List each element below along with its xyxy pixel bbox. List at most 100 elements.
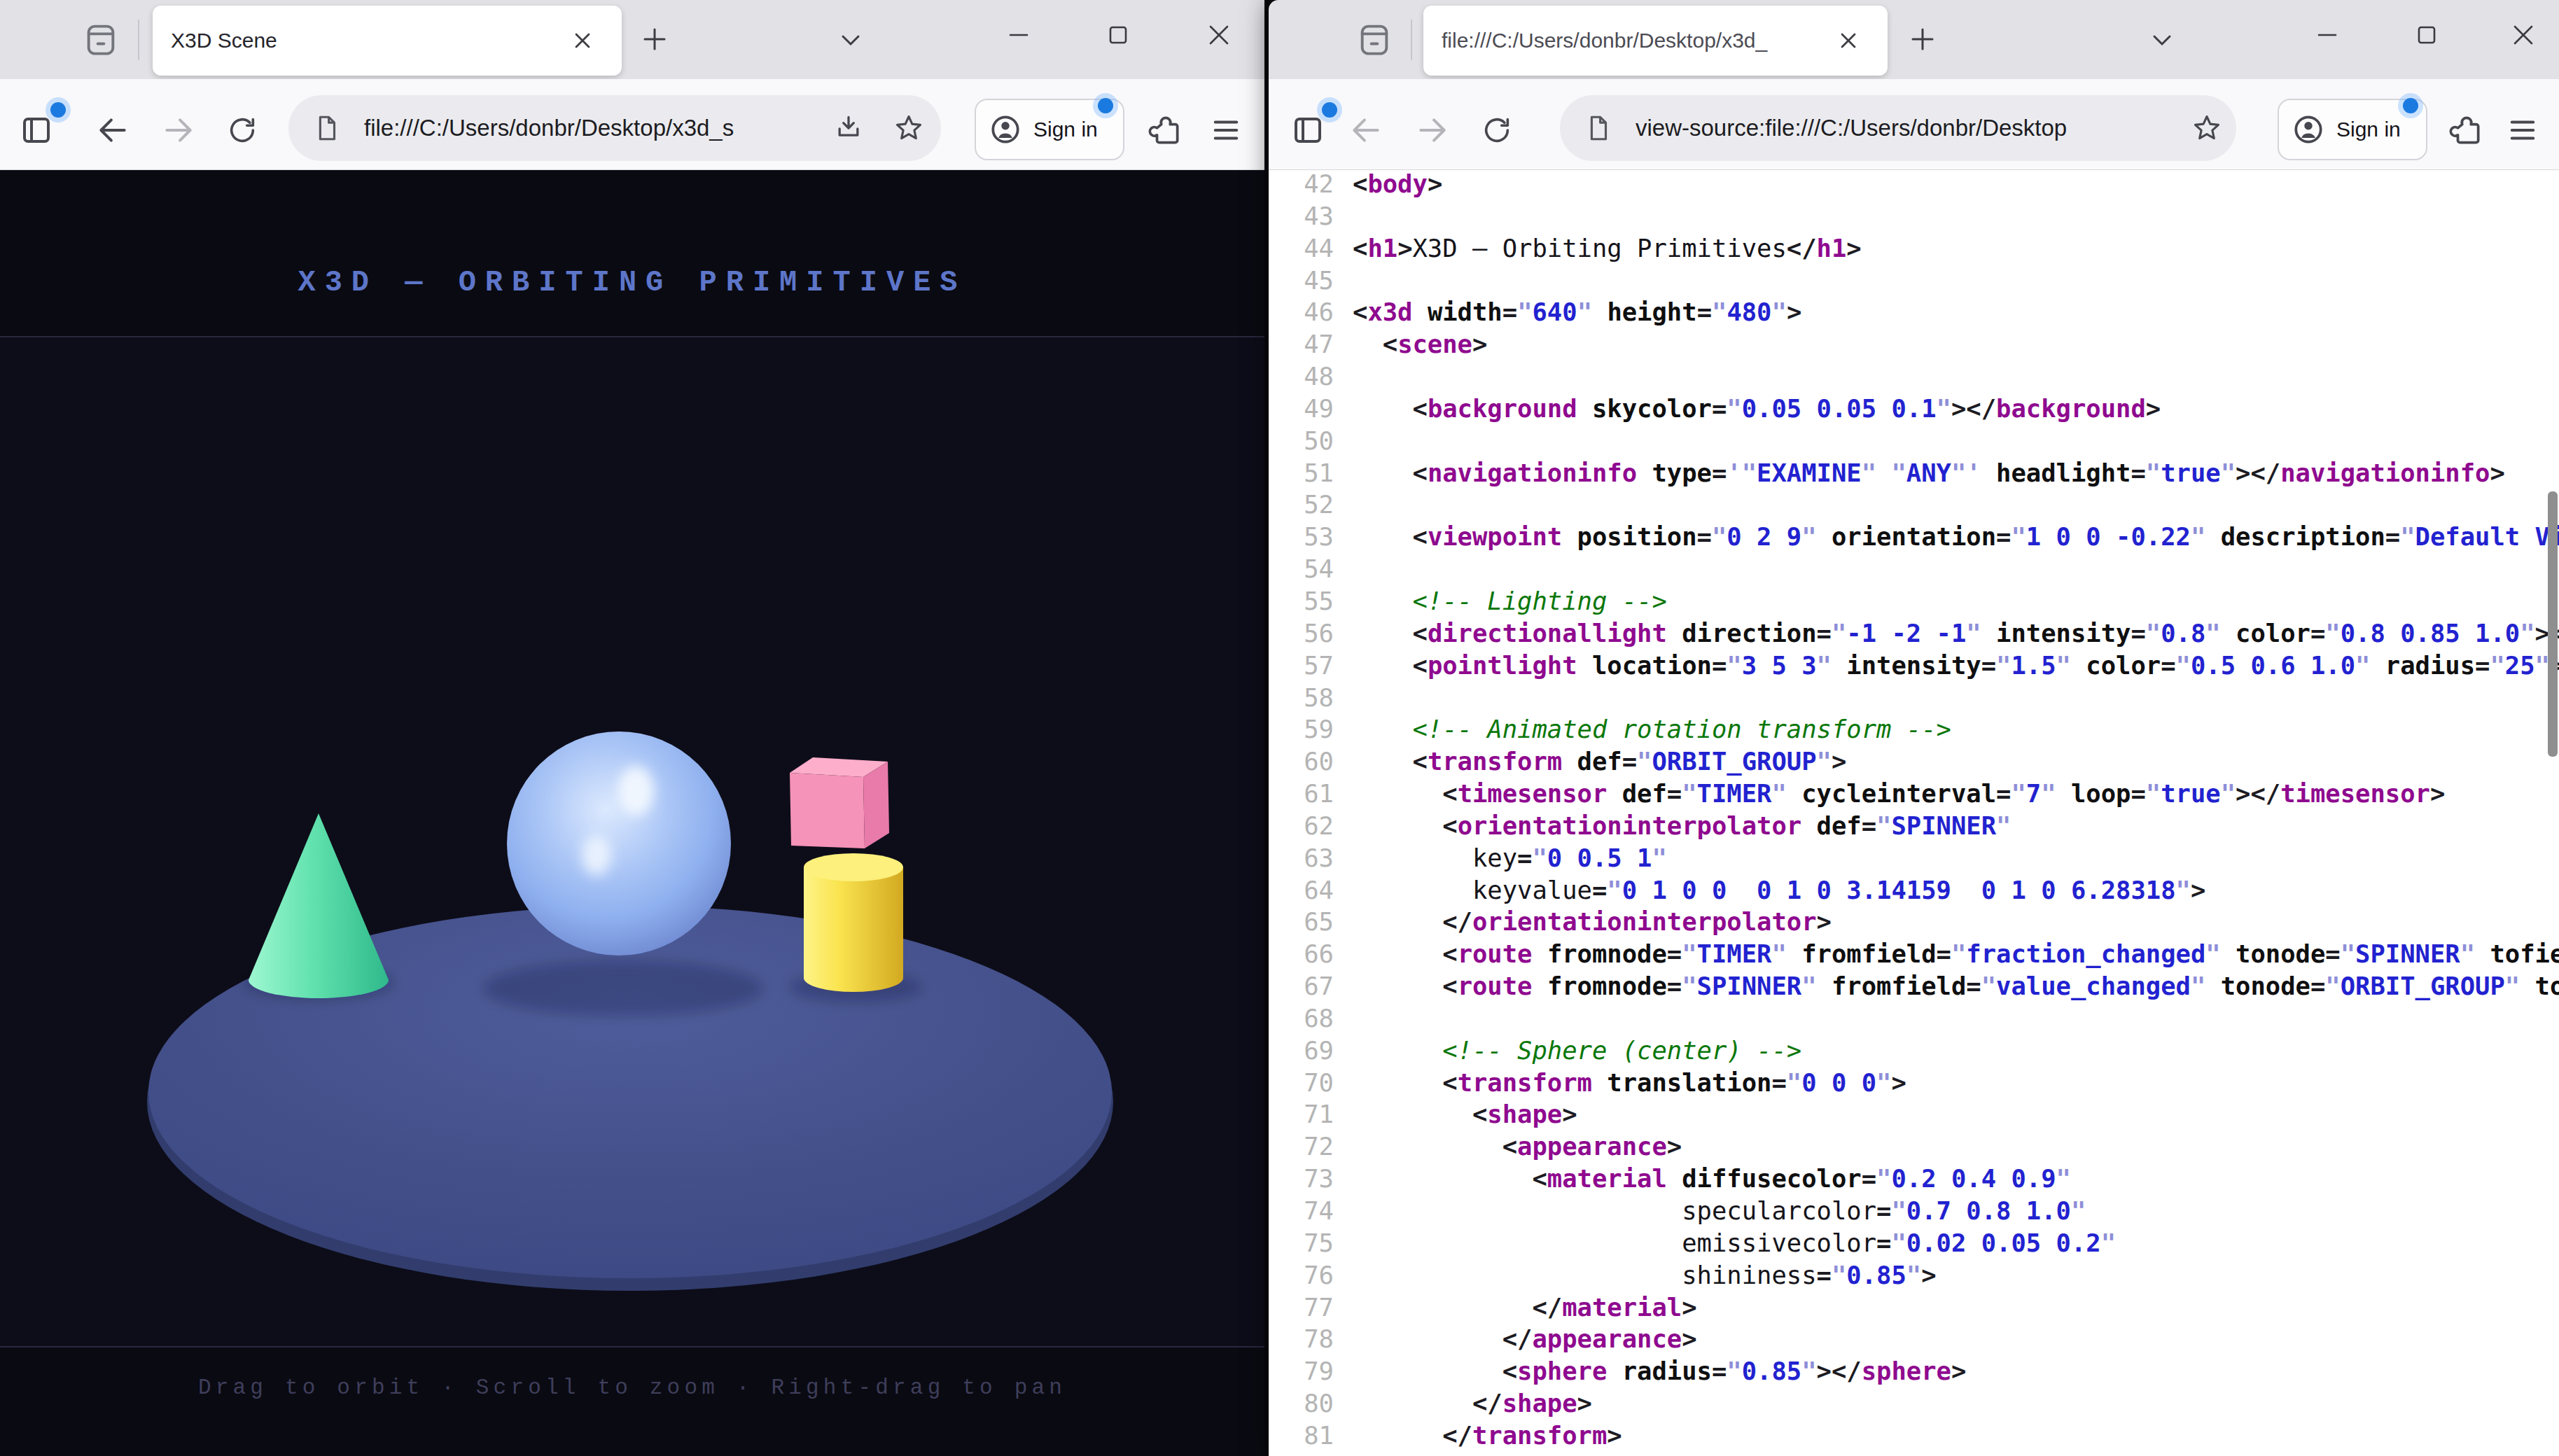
extensions-icon[interactable] [1145,111,1186,150]
tab-view-source[interactable]: file:///C:/Users/donbr/Desktop/x3d_ [1423,6,1888,76]
new-tab-icon[interactable] [634,18,676,60]
bookmark-star-icon[interactable] [889,111,928,146]
code-line: 61 <timesensor def="TIMER" cycleinterval… [1269,778,2559,810]
code-line: 69 <!-- Sphere (center) --> [1269,1035,2559,1067]
line-number: 57 [1269,650,1334,682]
url-fade [783,98,832,158]
page-icon [1581,111,1616,146]
tab-close-icon[interactable] [1832,24,1865,57]
new-tab-icon[interactable] [1902,18,1944,60]
line-number: 74 [1269,1195,1334,1227]
tab-x3d-scene[interactable]: X3D Scene [153,6,622,76]
browser-window-source: file:///C:/Users/donbr/Desktop/x3d_ [1269,0,2559,1456]
download-icon[interactable] [829,111,868,146]
code-line: 80 </shape> [1269,1387,2559,1420]
line-number: 49 [1269,393,1334,425]
sidebar-icon[interactable] [17,111,56,150]
tab-title-fade [1773,13,1822,69]
url-bar[interactable]: file:///C:/Users/donbr/Desktop/x3d_s [288,95,941,161]
sidebar-notification-dot [1322,102,1337,118]
back-icon[interactable] [1346,111,1386,150]
list-tabs-chevron-icon[interactable] [2141,21,2183,59]
view-source-page: 42<body>4344<h1>X3D — Orbiting Primitive… [1269,170,2559,1456]
line-number: 64 [1269,874,1334,906]
line-number: 62 [1269,810,1334,842]
sphere-highlight-top [618,766,654,816]
firefox-view-icon[interactable] [78,17,123,62]
line-number: 48 [1269,360,1334,393]
line-number: 63 [1269,842,1334,874]
box-side-face [863,762,889,848]
x3d-page: X3D — ORBITING PRIMITIVES [0,170,1264,1456]
code-line: 77 </material> [1269,1292,2559,1324]
line-number: 61 [1269,778,1334,810]
list-tabs-chevron-icon[interactable] [830,21,872,59]
bookmark-star-icon[interactable] [2187,111,2226,146]
url-fade [2140,98,2189,158]
code-line: 44<h1>X3D — Orbiting Primitives</h1> [1269,232,2559,265]
tab-title: X3D Scene [171,6,563,76]
line-number: 80 [1269,1387,1334,1420]
box-front-face [790,773,865,848]
code-line: 65 </orientationinterpolator> [1269,906,2559,938]
line-number: 68 [1269,1002,1334,1035]
cone [249,813,389,998]
window-maximize-button[interactable] [2402,13,2451,57]
code-line: 55 <!-- Lighting --> [1269,585,2559,617]
sphere-shadow [483,960,763,1016]
browser-window-scene: X3D Scene [0,0,1264,1456]
line-number: 65 [1269,906,1334,938]
line-number: 79 [1269,1355,1334,1387]
navigation-toolbar: file:///C:/Users/donbr/Desktop/x3d_s Sig… [0,79,1264,170]
line-number: 53 [1269,521,1334,553]
line-number: 45 [1269,265,1334,297]
code-line: 54 [1269,553,2559,585]
x3d-canvas[interactable] [0,336,1264,1348]
code-line: 75 emissivecolor="0.02 0.05 0.2" [1269,1227,2559,1259]
sphere-highlight-mid [582,835,611,876]
sign-in-label: Sign in [1033,118,1098,141]
forward-icon[interactable] [158,111,199,150]
line-number: 56 [1269,617,1334,650]
scene-3d [0,337,1264,1346]
code-line: 71 <shape> [1269,1098,2559,1130]
line-number: 67 [1269,970,1334,1002]
code-line: 67 <route fromnode="SPINNER" fromfield="… [1269,970,2559,1002]
line-number: 76 [1269,1259,1334,1292]
line-number: 72 [1269,1130,1334,1163]
code-line: 60 <transform def="ORBIT_GROUP"> [1269,746,2559,778]
code-line: 43 [1269,200,2559,232]
code-line: 72 <appearance> [1269,1130,2559,1163]
extensions-icon[interactable] [2446,111,2487,150]
tab-bar: file:///C:/Users/donbr/Desktop/x3d_ [1269,0,2559,79]
tab-close-icon[interactable] [566,24,599,57]
menu-hamburger-icon[interactable] [1206,111,1246,150]
window-minimize-button[interactable] [994,13,1043,57]
back-icon[interactable] [92,111,133,150]
navigation-toolbar: view-source:file:///C:/Users/donbr/Deskt… [1269,79,2559,170]
scrollbar-thumb[interactable] [2548,491,2558,757]
line-number: 78 [1269,1323,1334,1355]
page-title: X3D — ORBITING PRIMITIVES [0,266,1264,300]
code-line: 62 <orientationinterpolator def="SPINNER… [1269,810,2559,842]
reload-icon[interactable] [1477,111,1516,150]
line-number: 42 [1269,168,1334,200]
code-line: 58 [1269,682,2559,714]
window-minimize-button[interactable] [2303,13,2352,57]
forward-icon[interactable] [1412,111,1453,150]
window-close-button[interactable] [1194,13,1243,57]
url-bar[interactable]: view-source:file:///C:/Users/donbr/Deskt… [1560,95,2236,161]
code-line: 50 [1269,425,2559,457]
code-line: 73 <material diffusecolor="0.2 0.4 0.9" [1269,1163,2559,1195]
code-line: 68 [1269,1002,2559,1035]
sidebar-notification-dot [50,102,66,118]
reload-icon[interactable] [223,111,262,150]
interaction-hint: Drag to orbit · Scroll to zoom · Right-d… [0,1376,1264,1400]
firefox-view-icon[interactable] [1352,17,1397,62]
line-number: 58 [1269,682,1334,714]
window-maximize-button[interactable] [1094,13,1143,57]
menu-hamburger-icon[interactable] [2502,111,2543,150]
code-line: 51 <navigationinfo type='"EXAMINE" "ANY"… [1269,457,2559,489]
sidebar-icon[interactable] [1288,111,1327,150]
window-close-button[interactable] [2499,13,2548,57]
